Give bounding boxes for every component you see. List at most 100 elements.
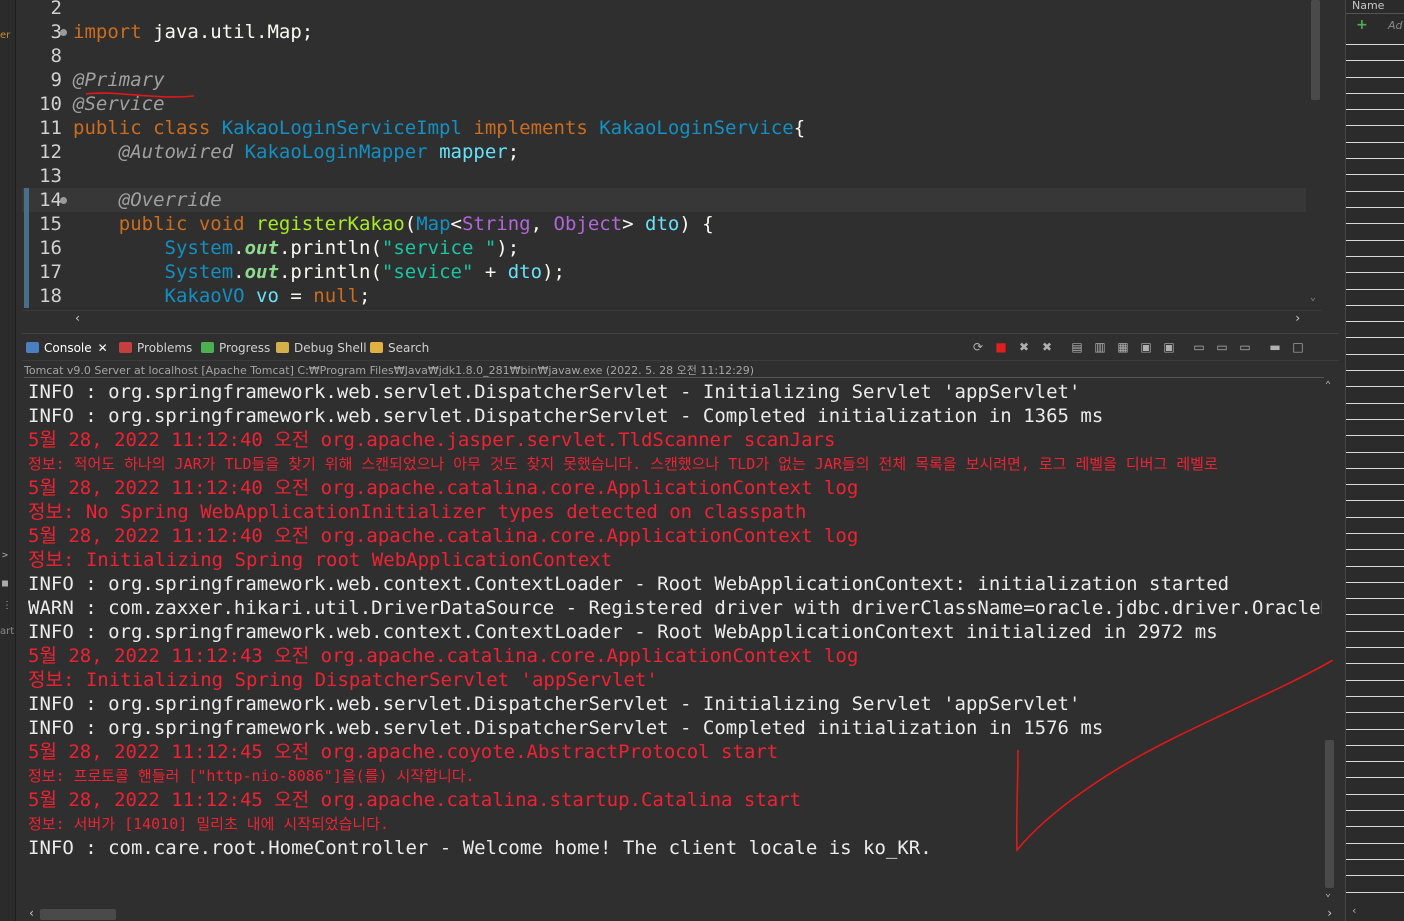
scroll-down-icon[interactable]: ⌄ [1310, 292, 1316, 303]
sync-icon[interactable]: ⟳ [970, 340, 986, 354]
code-token: > [622, 213, 646, 235]
outline-add-row[interactable]: + Ad [1346, 17, 1404, 37]
console-line: 정보: 적어도 하나의 JAR가 TLD들을 찾기 위해 스캔되었으나 아무 것… [28, 455, 1218, 473]
console-horizontal-scrollbar[interactable]: ‹ › [22, 906, 1339, 921]
scroll-right-icon[interactable]: › [1294, 311, 1301, 325]
outline-row-divider [1346, 500, 1404, 501]
outline-row-divider [1346, 354, 1404, 355]
minimize-icon[interactable]: ▬ [1267, 340, 1283, 354]
search-icon [370, 342, 383, 353]
pin-console-icon[interactable]: ▭ [1191, 340, 1207, 354]
remove-all-icon[interactable]: ✖ [1039, 340, 1055, 354]
expand-arrow-icon[interactable]: > [2, 550, 8, 561]
clear-console-icon[interactable]: ▤ [1069, 340, 1085, 354]
code-line[interactable]: 9 @Primary [22, 68, 1306, 92]
scroll-left-icon[interactable]: ‹ [74, 311, 81, 325]
code-token: KakaoLoginServiceImpl [221, 117, 462, 139]
terminate-icon[interactable]: ■ [993, 340, 1009, 354]
outline-row-divider [1346, 240, 1404, 241]
code-text: System.out.println("service "); [73, 236, 520, 260]
line-number: 14 [39, 189, 62, 211]
editor-scroll-thumb[interactable] [1311, 0, 1320, 100]
code-line[interactable]: 3 import java.util.Map; [22, 20, 1306, 44]
scroll-up-icon[interactable]: ⌃ [1325, 380, 1331, 391]
outline-row-divider [1346, 435, 1404, 436]
fold-toggle-icon[interactable] [60, 197, 67, 204]
editor-vertical-scrollbar[interactable]: ⌄ [1308, 0, 1322, 310]
outline-row-divider [1346, 647, 1404, 648]
tab-debug-shell[interactable]: Debug Shell [276, 338, 367, 358]
code-line[interactable]: 18 KakaoVO vo = null; [22, 284, 1306, 308]
editor-text-area[interactable]: 2 3 import java.util.Map; 8 9 @Primary 10 @Serv… [22, 0, 1306, 310]
console-line: 5월 28, 2022 11:12:40 오전 org.apache.jaspe… [28, 429, 836, 451]
show-on-stdout-icon[interactable]: ▣ [1138, 340, 1154, 354]
code-text: @Primary [73, 68, 165, 92]
show-on-stderr-icon[interactable]: ▣ [1161, 340, 1177, 354]
code-token: .println( [278, 261, 382, 283]
line-number: 13 [39, 165, 62, 187]
code-text: @Override [73, 188, 222, 212]
tab-console[interactable]: Console ✕ [26, 338, 108, 358]
line-number: 11 [39, 117, 62, 139]
outline-row-divider [1346, 843, 1404, 844]
outline-row-divider [1346, 533, 1404, 534]
outline-panel: Name + Ad ‹ [1345, 0, 1404, 921]
code-token: KakaoVO [73, 285, 245, 307]
console-hscroll-thumb[interactable] [40, 909, 116, 920]
tab-problems[interactable]: Problems [119, 338, 192, 358]
code-line[interactable]: 17 System.out.println("sevice" + dto); [22, 260, 1306, 284]
code-token: { [793, 117, 806, 139]
left-side-panel: er > ■ ⋮ art [0, 0, 16, 921]
console-line: INFO : org.springframework.web.context.C… [28, 573, 1230, 595]
code-token: registerKakao [256, 213, 405, 235]
close-icon[interactable]: ✕ [98, 341, 108, 355]
code-line[interactable]: 10 @Service [22, 92, 1306, 116]
scroll-right-icon[interactable]: › [1326, 906, 1333, 920]
outline-header[interactable]: Name [1346, 0, 1404, 14]
display-console-icon[interactable]: ▭ [1214, 340, 1230, 354]
maximize-icon[interactable]: □ [1290, 340, 1306, 354]
outline-row-divider [1346, 761, 1404, 762]
tab-search[interactable]: Search [370, 338, 429, 358]
left-panel-fragment-top: er [0, 30, 11, 41]
add-icon[interactable]: + [1356, 17, 1368, 33]
code-token: KakaoLoginService [599, 117, 794, 139]
outline-row-divider [1346, 305, 1404, 306]
code-line[interactable]: 13 [22, 164, 1306, 188]
code-line[interactable]: 11 public class KakaoLoginServiceImpl imp… [22, 116, 1306, 140]
code-token: vo [244, 285, 279, 307]
code-line[interactable]: 8 [22, 44, 1306, 68]
remove-launch-icon[interactable]: ✖ [1016, 340, 1032, 354]
code-text: public void registerKakao(Map<String, Ob… [73, 212, 714, 236]
code-line[interactable]: 2 [22, 0, 1306, 20]
outline-row-divider [1346, 696, 1404, 697]
more-dots-icon[interactable]: ⋮ [2, 600, 12, 611]
square-icon[interactable]: ■ [2, 578, 8, 589]
code-token: public class [73, 117, 222, 139]
code-line[interactable]: 16 System.out.println("service "); [22, 236, 1306, 260]
scroll-down-icon[interactable]: ⌄ [1325, 888, 1331, 899]
fold-toggle-icon[interactable] [60, 29, 67, 36]
code-token: dto [507, 261, 543, 283]
problems-icon [119, 342, 132, 353]
line-number: 18 [39, 285, 62, 307]
tab-progress[interactable]: Progress [201, 338, 270, 358]
word-wrap-icon[interactable]: ▦ [1115, 340, 1131, 354]
outline-row-divider [1346, 582, 1404, 583]
code-token: ; [359, 285, 371, 307]
scroll-left-icon[interactable]: ‹ [28, 906, 35, 920]
outline-row-divider [1346, 321, 1404, 322]
outline-row-divider [1346, 452, 1404, 453]
console-process-title: Tomcat v9.0 Server at localhost [Apache … [24, 362, 1324, 378]
code-token: null [313, 285, 360, 307]
code-line[interactable]: 12 @Autowired KakaoLoginMapper mapper; [22, 140, 1306, 164]
code-editor[interactable]: 2 3 import java.util.Map; 8 9 @Primary 10 @Serv… [22, 0, 1339, 326]
code-line[interactable]: 14 @Override [22, 188, 1306, 212]
scroll-left-icon[interactable]: ‹ [1351, 904, 1358, 917]
editor-horizontal-scrollbar[interactable]: ‹ › [22, 310, 1322, 326]
console-line: 정보: 서버가 [14010] 밀리초 내에 시작되었습니다. [28, 815, 390, 833]
open-console-icon[interactable]: ▭ [1237, 340, 1253, 354]
code-line[interactable]: 15 public void registerKakao(Map<String,… [22, 212, 1306, 236]
scroll-lock-icon[interactable]: ▥ [1092, 340, 1108, 354]
line-number: 12 [39, 141, 62, 163]
